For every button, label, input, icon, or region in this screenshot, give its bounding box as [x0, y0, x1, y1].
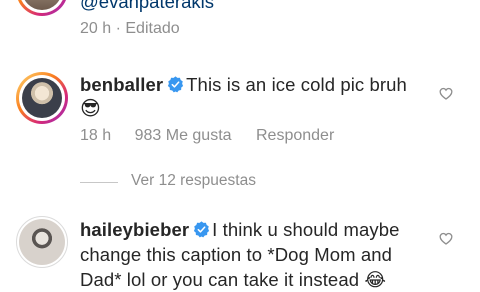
comment-haileybieber: haileybieber I think u should maybe chang… [80, 217, 430, 292]
top-comment-meta: 20 h · Editado [80, 20, 180, 38]
comment-actions: 18 h 983 Me gusta Responder [80, 127, 334, 145]
comment-benballer: benballer This is an ice cold pic bruh [80, 72, 420, 97]
avatar-benballer[interactable] [16, 72, 68, 124]
view-replies-button[interactable]: Ver 12 respuestas [131, 172, 256, 190]
heart-outline-icon[interactable] [439, 87, 453, 100]
sunglasses-emoji: 😎 [80, 98, 101, 120]
avatar-top[interactable] [16, 0, 68, 16]
view-replies-line [80, 182, 118, 183]
avatar-photo [22, 78, 62, 118]
avatar-haileybieber[interactable] [16, 216, 68, 268]
comment-text: This is an ice cold pic bruh [186, 74, 407, 95]
username[interactable]: benballer [80, 74, 163, 95]
timestamp: 20 h [80, 20, 112, 37]
top-comment-mention[interactable]: @evanpaterakis [80, 0, 214, 13]
verified-badge-icon [194, 221, 210, 238]
reply-button[interactable]: Responder [256, 127, 334, 144]
comment-text-line-2: change this caption to *Dog Mom and [80, 244, 393, 265]
username[interactable]: haileybieber [80, 219, 189, 240]
comment-text-line-3: Dad* lol or you can take it instead 😂 [80, 269, 387, 290]
likes-count[interactable]: 983 Me gusta [135, 127, 232, 144]
verified-badge-icon [168, 76, 184, 93]
heart-outline-icon[interactable] [439, 232, 453, 245]
comment-text-line-1: I think u should maybe [212, 219, 400, 240]
separator: · [115, 20, 121, 37]
edited-label: Editado [125, 20, 180, 37]
timestamp: 18 h [80, 127, 112, 144]
avatar-photo [19, 219, 65, 265]
